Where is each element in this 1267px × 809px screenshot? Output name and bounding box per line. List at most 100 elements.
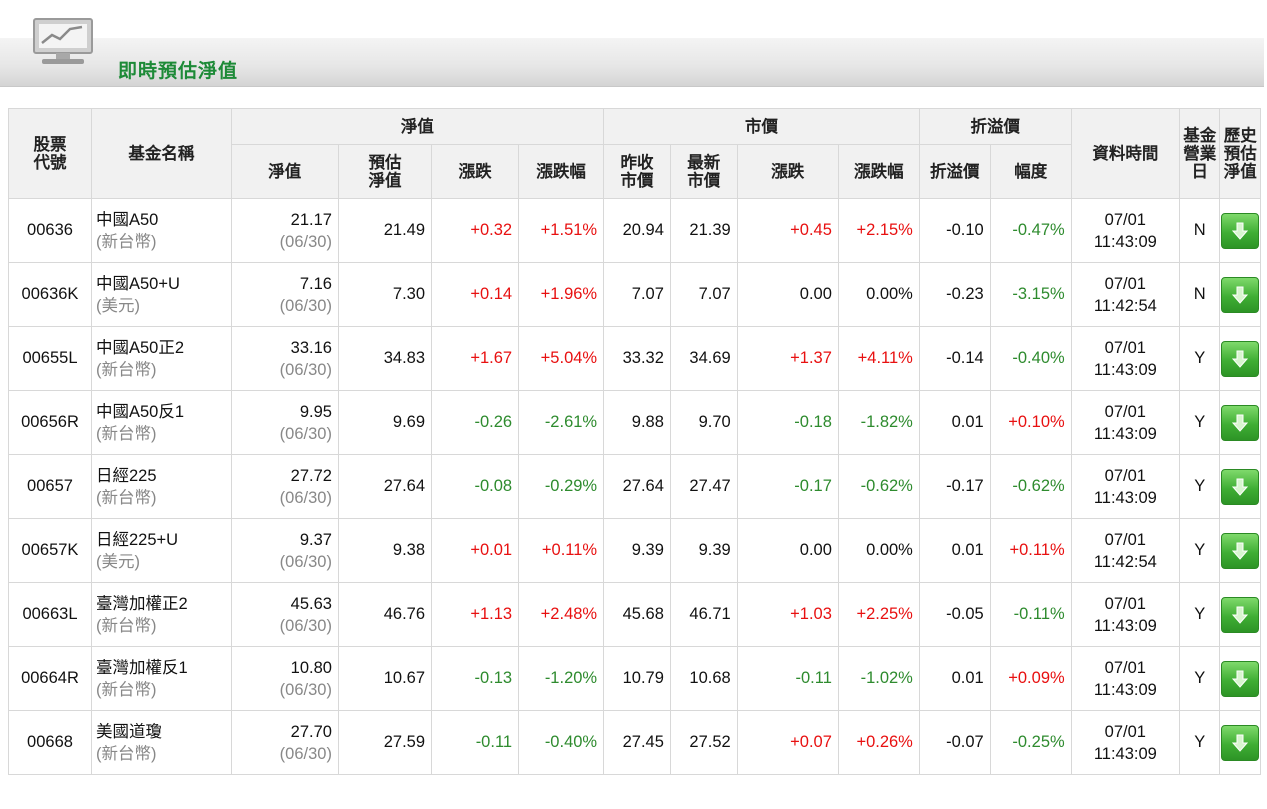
premium-pct: -0.11% xyxy=(989,582,1072,647)
mkt-change: 0.00 xyxy=(736,518,839,583)
nav-date: (06/30) xyxy=(279,360,332,379)
nav-change: +0.14 xyxy=(431,262,520,327)
premium-pct: +0.10% xyxy=(989,390,1072,455)
data-time-cell: 07/01 11:43:09 xyxy=(1070,454,1180,519)
nav-value: 45.63 xyxy=(290,594,332,613)
history-download-button[interactable] xyxy=(1221,340,1260,377)
fund-name-cell: 日經225+U (美元) xyxy=(90,518,232,583)
history-download-button[interactable] xyxy=(1221,404,1260,441)
fund-currency: (美元) xyxy=(95,296,140,315)
data-time: 11:42:54 xyxy=(1093,552,1157,571)
fund-currency: (新台幣) xyxy=(95,744,157,763)
data-date: 07/01 xyxy=(1104,530,1146,549)
history-download-button[interactable] xyxy=(1221,532,1260,569)
nav-change-pct: -2.61% xyxy=(518,390,605,455)
fund-name[interactable]: 中國A50 xyxy=(96,209,231,231)
history-download-button[interactable] xyxy=(1221,660,1260,697)
data-date: 07/01 xyxy=(1104,210,1146,229)
col-group-nav: 淨值 xyxy=(230,108,605,145)
nav-value: 27.72 xyxy=(290,466,332,485)
nav-change-pct: +1.96% xyxy=(518,262,605,327)
nav-cell: 27.72 (06/30) xyxy=(230,454,339,519)
nav-cell: 45.63 (06/30) xyxy=(230,582,339,647)
fund-code[interactable]: 00636 xyxy=(8,198,92,263)
col-header-nav-change: 漲跌 xyxy=(431,144,520,199)
history-cell xyxy=(1219,582,1261,647)
premium: 0.01 xyxy=(918,518,991,583)
data-time-cell: 07/01 11:42:54 xyxy=(1070,518,1180,583)
col-header-nav: 淨值 xyxy=(230,144,339,199)
fund-name[interactable]: 美國道瓊 xyxy=(96,721,231,743)
nav-change: +1.67 xyxy=(431,326,520,391)
prev-close: 27.64 xyxy=(603,454,671,519)
col-header-premium-pct: 幅度 xyxy=(989,144,1072,199)
fund-name[interactable]: 中國A50反1 xyxy=(96,401,231,423)
history-download-button[interactable] xyxy=(1221,276,1260,313)
fund-currency: (新台幣) xyxy=(95,616,157,635)
nav-change-pct: +1.51% xyxy=(518,198,605,263)
page-title: 即時預估淨值 xyxy=(118,61,239,82)
col-header-mkt-change-pct: 漲跌幅 xyxy=(837,144,920,199)
est-nav: 7.30 xyxy=(337,262,433,327)
col-header-premium: 折溢價 xyxy=(918,144,991,199)
history-download-button[interactable] xyxy=(1221,596,1260,633)
prev-close: 7.07 xyxy=(603,262,671,327)
col-group-market: 市價 xyxy=(603,108,920,145)
last-price: 7.07 xyxy=(669,262,738,327)
nav-date: (06/30) xyxy=(279,744,332,763)
fund-code[interactable]: 00655L xyxy=(8,326,92,391)
data-time-cell: 07/01 11:43:09 xyxy=(1070,646,1180,711)
data-time: 11:43:09 xyxy=(1093,616,1157,635)
fund-code[interactable]: 00657K xyxy=(8,518,92,583)
fund-code[interactable]: 00668 xyxy=(8,710,92,775)
fund-name[interactable]: 臺灣加權反1 xyxy=(96,657,231,679)
fund-name[interactable]: 日經225+U xyxy=(96,529,231,551)
table-row: 00663L 臺灣加權正2 (新台幣) 45.63 (06/30) 46.76 +1.13 +… xyxy=(8,582,1261,647)
col-header-time: 資料時間 xyxy=(1070,108,1180,199)
prev-close: 33.32 xyxy=(603,326,671,391)
premium-pct: +0.11% xyxy=(989,518,1072,583)
est-nav: 9.38 xyxy=(337,518,433,583)
prev-close: 10.79 xyxy=(603,646,671,711)
fund-name[interactable]: 中國A50+U xyxy=(96,273,231,295)
data-time-cell: 07/01 11:43:09 xyxy=(1070,710,1180,775)
fund-name[interactable]: 日經225 xyxy=(96,465,231,487)
fund-code[interactable]: 00636K xyxy=(8,262,92,327)
fund-code[interactable]: 00656R xyxy=(8,390,92,455)
mkt-change: -0.18 xyxy=(736,390,839,455)
mkt-change-pct: +2.15% xyxy=(837,198,920,263)
premium-pct: -0.47% xyxy=(989,198,1072,263)
fund-name[interactable]: 臺灣加權正2 xyxy=(96,593,231,615)
col-header-last-price: 最新 市價 xyxy=(669,144,738,199)
down-arrow-icon xyxy=(1232,478,1249,496)
fund-currency: (新台幣) xyxy=(95,360,157,379)
down-arrow-icon xyxy=(1232,542,1249,560)
fund-name[interactable]: 中國A50正2 xyxy=(96,337,231,359)
history-download-button[interactable] xyxy=(1221,212,1260,249)
fund-code[interactable]: 00664R xyxy=(8,646,92,711)
down-arrow-icon xyxy=(1232,734,1249,752)
premium-pct: -0.40% xyxy=(989,326,1072,391)
last-price: 27.47 xyxy=(669,454,738,519)
nav-cell: 27.70 (06/30) xyxy=(230,710,339,775)
data-date: 07/01 xyxy=(1104,338,1146,357)
prev-close: 20.94 xyxy=(603,198,671,263)
premium: -0.10 xyxy=(918,198,991,263)
premium-pct: -3.15% xyxy=(989,262,1072,327)
history-download-button[interactable] xyxy=(1221,724,1260,761)
nav-value: 27.70 xyxy=(290,722,332,741)
table-row: 00668 美國道瓊 (新台幣) 27.70 (06/30) 27.59 -0.11 -0.4… xyxy=(8,710,1261,775)
data-time: 11:43:09 xyxy=(1093,424,1157,443)
data-time: 11:42:54 xyxy=(1093,296,1157,315)
history-download-button[interactable] xyxy=(1221,468,1260,505)
col-header-history: 歷史 預估 淨值 xyxy=(1219,108,1261,199)
data-date: 07/01 xyxy=(1104,658,1146,677)
open-day: Y xyxy=(1178,454,1221,519)
nav-change: -0.08 xyxy=(431,454,520,519)
col-header-nav-change-pct: 漲跌幅 xyxy=(518,144,605,199)
col-group-premium: 折溢價 xyxy=(918,108,1072,145)
col-header-mkt-change: 漲跌 xyxy=(736,144,839,199)
fund-code[interactable]: 00663L xyxy=(8,582,92,647)
fund-code[interactable]: 00657 xyxy=(8,454,92,519)
table-row: 00656R 中國A50反1 (新台幣) 9.95 (06/30) 9.69 -0.26 -2… xyxy=(8,390,1261,455)
